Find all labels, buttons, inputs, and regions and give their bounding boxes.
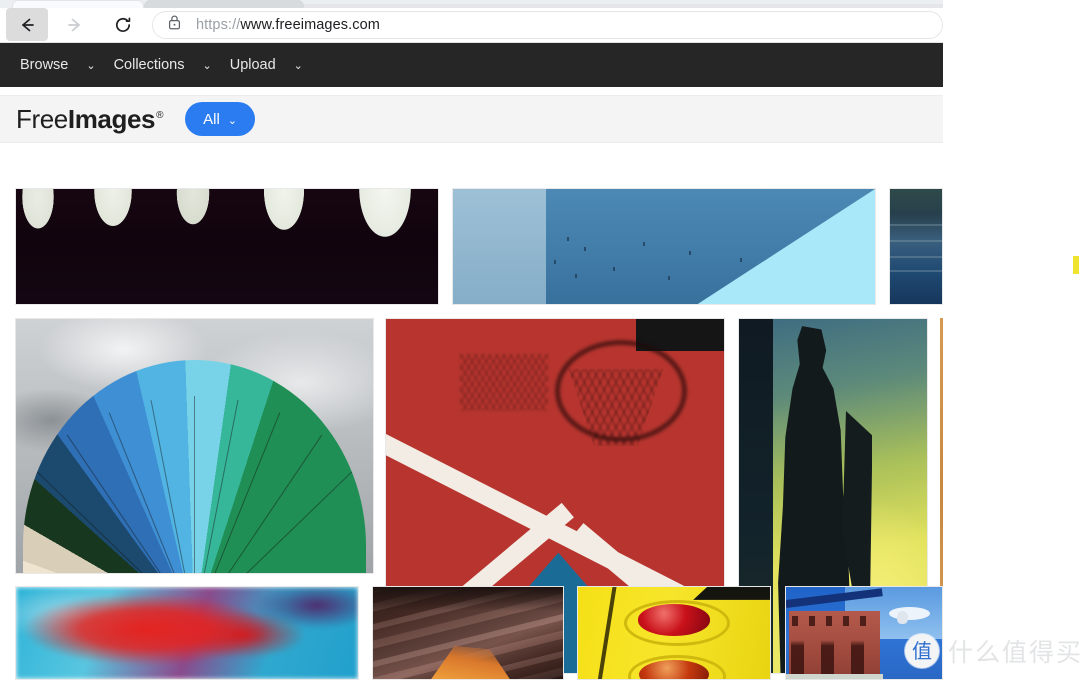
filter-all-label: All xyxy=(203,110,220,128)
yellow-edge-marker xyxy=(1073,256,1079,274)
address-bar[interactable]: https://www.freeimages.com xyxy=(152,11,943,39)
nav-item-upload[interactable]: Upload xyxy=(230,57,276,73)
screenshot-root: https://www.freeimages.com Browse ⌄ Coll… xyxy=(0,0,1080,680)
red-blue-motion-blur-thumb[interactable] xyxy=(15,586,359,680)
registered-trademark-icon: ® xyxy=(156,109,164,121)
lock-icon xyxy=(167,14,182,36)
nav-item-collections[interactable]: Collections xyxy=(114,57,185,73)
filter-all-button[interactable]: All ⌄ xyxy=(185,102,256,136)
forward-button xyxy=(54,8,96,41)
watermark-text: 什么值得买 xyxy=(948,638,1080,667)
url-host: www.freeimages.com xyxy=(240,17,380,33)
browser-window: https://www.freeimages.com Browse ⌄ Coll… xyxy=(0,0,943,680)
chevron-down-icon[interactable]: ⌄ xyxy=(294,60,303,72)
dark-water-thumb[interactable] xyxy=(889,188,943,305)
thumbnail-image xyxy=(453,189,875,304)
reload-button[interactable] xyxy=(102,8,144,41)
tab-inactive-remnant[interactable] xyxy=(144,0,304,8)
yellow-taillight-thumb[interactable] xyxy=(577,586,771,680)
forward-arrow-icon xyxy=(65,15,85,35)
url-text: https://www.freeimages.com xyxy=(196,17,380,33)
site-brand-bar: FreeImages® All ⌄ xyxy=(0,95,943,143)
tab-active-remnant[interactable] xyxy=(12,0,144,8)
eggs-on-black-thumb[interactable] xyxy=(15,188,439,305)
blue-wall-shadow-thumb[interactable] xyxy=(452,188,876,305)
thumbnail-image xyxy=(16,189,438,304)
thumbnail-image xyxy=(578,587,770,679)
url-scheme: https:// xyxy=(196,17,241,33)
brand-images: Images xyxy=(67,103,156,134)
chevron-down-icon[interactable]: ⌄ xyxy=(86,60,95,72)
back-button[interactable] xyxy=(6,8,48,41)
image-grid xyxy=(0,143,943,680)
thumbnail-image xyxy=(16,587,358,679)
nav-item-browse[interactable]: Browse xyxy=(20,57,68,73)
freeimages-logo[interactable]: FreeImages® xyxy=(16,104,163,135)
watermark: 值 什么值得买 xyxy=(905,633,1080,669)
chevron-down-icon: ⌄ xyxy=(227,114,237,127)
thumbnail-image xyxy=(16,319,373,573)
browser-toolbar: https://www.freeimages.com xyxy=(0,8,943,43)
chevron-down-icon[interactable]: ⌄ xyxy=(203,60,212,72)
reload-icon xyxy=(113,15,133,35)
page-viewport: Browse ⌄ Collections ⌄ Upload ⌄ FreeImag… xyxy=(0,43,943,680)
back-arrow-icon xyxy=(17,15,37,35)
desktop-gutter xyxy=(943,0,1080,680)
tab-strip xyxy=(0,0,943,8)
slot-canyon-thumb[interactable] xyxy=(372,586,564,680)
thumbnail-image xyxy=(890,189,942,304)
rainbow-umbrella-thumb[interactable] xyxy=(15,318,374,574)
thumbnail-image xyxy=(373,587,563,679)
brand-free: Free xyxy=(16,103,68,134)
watermark-badge-icon: 值 xyxy=(905,634,939,668)
site-top-nav: Browse ⌄ Collections ⌄ Upload ⌄ xyxy=(0,43,943,87)
